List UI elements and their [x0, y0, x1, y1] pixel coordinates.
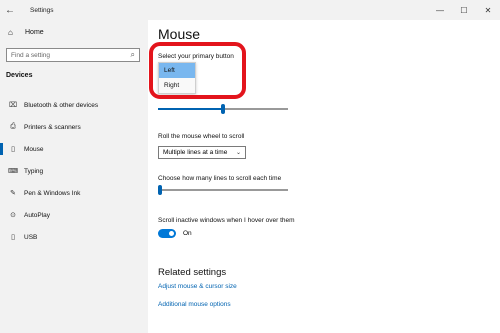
scroll-label: Roll the mouse wheel to scroll — [158, 133, 245, 140]
autoplay-icon: ⊙ — [10, 212, 16, 219]
home-icon: ⌂ — [8, 28, 13, 37]
search-input[interactable]: Find a setting ⌕ — [6, 48, 140, 62]
sidebar-item-label: Typing — [24, 167, 44, 175]
section-heading-devices: Devices — [6, 72, 33, 79]
sidebar-item-autoplay[interactable]: ⊙ AutoPlay — [0, 204, 148, 226]
sidebar-item-label: Mouse — [24, 145, 44, 153]
toggle-state: On — [183, 230, 192, 237]
page-title: Mouse — [158, 26, 201, 42]
minimize-icon[interactable]: — — [428, 0, 452, 20]
sidebar-item-label: USB — [24, 233, 38, 241]
lines-slider[interactable] — [158, 185, 288, 195]
sidebar-item-usb[interactable]: ▯ USB — [0, 226, 148, 248]
sidebar-item-label: AutoPlay — [24, 211, 51, 219]
slider-fill — [158, 108, 223, 110]
sidebar-item-home[interactable]: ⌂ Home — [8, 28, 44, 37]
chevron-down-icon: ⌄ — [235, 150, 241, 156]
inactive-scroll-toggle[interactable] — [158, 229, 176, 238]
lines-label: Choose how many lines to scroll each tim… — [158, 175, 282, 182]
usb-icon: ▯ — [11, 234, 15, 241]
keyboard-icon: ⌨ — [8, 168, 19, 175]
window-title: Settings — [30, 6, 54, 14]
slider-thumb[interactable] — [158, 185, 162, 195]
slider-thumb[interactable] — [221, 104, 225, 114]
inactive-scroll-toggle-row: On — [158, 229, 192, 238]
pen-icon: ✎ — [10, 190, 16, 197]
sidebar-item-label: Pen & Windows Ink — [24, 189, 81, 197]
search-icon[interactable]: ⌕ — [131, 50, 135, 60]
printer-icon: ⎙ — [10, 123, 16, 130]
sidebar-item-label: Bluetooth & other devices — [24, 101, 99, 109]
search-placeholder: Find a setting — [11, 51, 51, 59]
home-label: Home — [25, 29, 44, 36]
sidebar-item-pen[interactable]: ✎ Pen & Windows Ink — [0, 182, 148, 204]
inactive-scroll-label: Scroll inactive windows when I hover ove… — [158, 217, 295, 224]
scroll-mode-select[interactable]: Multiple lines at a time ⌄ — [158, 146, 246, 159]
mouse-icon: ▯ — [11, 146, 15, 153]
related-settings-heading: Related settings — [158, 267, 227, 278]
maximize-icon[interactable]: ☐ — [452, 0, 476, 20]
back-arrow-icon[interactable]: ← — [0, 5, 20, 16]
close-icon[interactable]: ✕ — [476, 0, 500, 20]
sidebar-item-printers[interactable]: ⎙ Printers & scanners — [0, 116, 148, 138]
sidebar: ⌂ Home Find a setting ⌕ Devices ⌧ Blueto… — [0, 20, 148, 333]
window-controls: — ☐ ✕ — [428, 0, 500, 20]
bluetooth-icon: ⌧ — [8, 102, 18, 109]
sidebar-nav: ⌧ Bluetooth & other devices ⎙ Printers &… — [0, 94, 148, 248]
slider-track — [158, 189, 288, 191]
sidebar-item-mouse[interactable]: ▯ Mouse — [0, 138, 148, 160]
title-bar: ← Settings — ☐ ✕ — [0, 0, 500, 20]
sidebar-item-label: Printers & scanners — [24, 123, 81, 131]
sidebar-item-bluetooth[interactable]: ⌧ Bluetooth & other devices — [0, 94, 148, 116]
scroll-mode-value: Multiple lines at a time — [163, 149, 228, 156]
cursor-speed-slider[interactable] — [158, 104, 288, 114]
highlight-annotation — [149, 42, 246, 99]
additional-mouse-options-link[interactable]: Additional mouse options — [158, 301, 231, 308]
sidebar-item-typing[interactable]: ⌨ Typing — [0, 160, 148, 182]
adjust-mouse-cursor-link[interactable]: Adjust mouse & cursor size — [158, 283, 237, 290]
